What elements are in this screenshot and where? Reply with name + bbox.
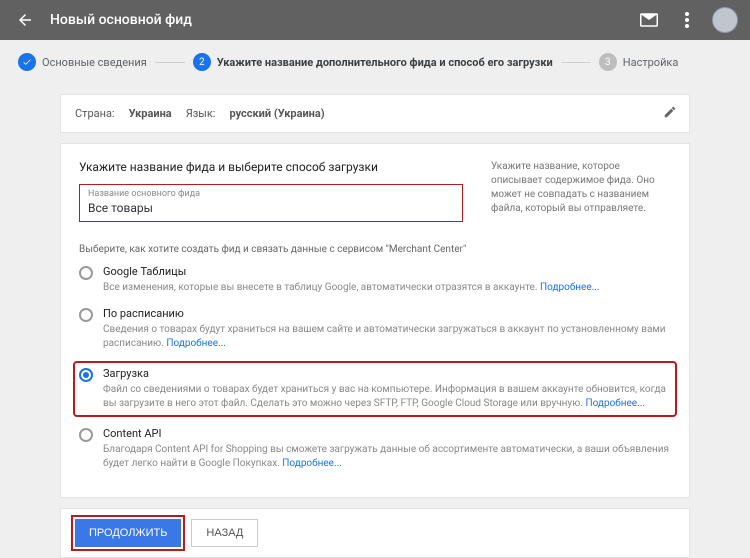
option-google-sheets[interactable]: Google Таблицы Все изменения, которые вы… bbox=[79, 265, 671, 295]
option-desc: Сведения о товарах будут храниться на ва… bbox=[103, 323, 671, 351]
page-title: Новый основной фид bbox=[50, 12, 624, 28]
option-upload[interactable]: Загрузка Файл со сведениями о товарах бу… bbox=[75, 363, 675, 415]
option-desc: Все изменения, которые вы внесете в табл… bbox=[103, 281, 671, 295]
option-title: Content API bbox=[103, 427, 671, 440]
option-title: По расписанию bbox=[103, 307, 671, 320]
footer-actions: Продолжить Назад bbox=[60, 508, 690, 558]
step-number: 3 bbox=[599, 53, 617, 71]
step-connector bbox=[155, 62, 185, 63]
stepper: Основные сведения 2 Укажите название доп… bbox=[0, 40, 750, 84]
check-icon bbox=[18, 53, 36, 71]
meta-summary-card: Страна: Украина Язык: русский (Украина) bbox=[60, 94, 690, 133]
back-arrow-icon[interactable] bbox=[12, 7, 38, 33]
radio-icon[interactable] bbox=[79, 428, 93, 442]
country-value: Украина bbox=[129, 107, 172, 120]
option-title: Google Таблицы bbox=[103, 265, 671, 278]
more-link[interactable]: Подробнее... bbox=[282, 458, 342, 469]
radio-icon[interactable] bbox=[79, 266, 93, 280]
language-value: русский (Украина) bbox=[229, 107, 324, 120]
option-desc: Благодаря Content API for Shopping вы см… bbox=[103, 443, 671, 471]
option-scheduled[interactable]: По расписанию Сведения о товарах будут х… bbox=[79, 307, 671, 351]
upload-method-instruction: Выберите, как хотите создать фид и связа… bbox=[79, 244, 671, 255]
back-button[interactable]: Назад bbox=[191, 519, 258, 547]
option-desc: Файл со сведениями о товарах будет храни… bbox=[103, 383, 671, 411]
feed-name-field[interactable]: Название основного фида Все товары bbox=[79, 184, 463, 222]
mail-icon[interactable] bbox=[636, 7, 662, 33]
radio-icon[interactable] bbox=[79, 308, 93, 322]
more-link[interactable]: Подробнее... bbox=[540, 282, 600, 293]
language-label: Язык: bbox=[186, 107, 216, 120]
continue-button[interactable]: Продолжить bbox=[75, 519, 181, 547]
more-vert-icon[interactable] bbox=[674, 7, 700, 33]
country-label: Страна: bbox=[75, 107, 115, 120]
option-title: Загрузка bbox=[103, 367, 671, 380]
step-basic-info[interactable]: Основные сведения bbox=[18, 53, 147, 71]
option-content-api[interactable]: Content API Благодаря Content API for Sh… bbox=[79, 427, 671, 471]
help-text: Укажите название, которое описывает соде… bbox=[491, 160, 671, 236]
step-number: 2 bbox=[193, 53, 211, 71]
step-connector bbox=[561, 62, 591, 63]
edit-icon[interactable] bbox=[663, 105, 677, 119]
feed-name-input[interactable]: Все товары bbox=[88, 201, 454, 215]
more-link[interactable]: Подробнее... bbox=[585, 398, 645, 409]
step-feed-name[interactable]: 2 Укажите название дополнительного фида … bbox=[193, 53, 553, 71]
radio-icon[interactable] bbox=[79, 368, 93, 382]
app-header: Новый основной фид bbox=[0, 0, 750, 40]
feed-name-label: Название основного фида bbox=[88, 189, 454, 199]
step-setup[interactable]: 3 Настройка bbox=[599, 53, 679, 71]
avatar[interactable] bbox=[712, 7, 738, 33]
feed-setup-card: Укажите название фида и выберите способ … bbox=[60, 143, 690, 498]
section-title: Укажите название фида и выберите способ … bbox=[79, 160, 463, 174]
more-link[interactable]: Подробнее... bbox=[166, 338, 226, 349]
